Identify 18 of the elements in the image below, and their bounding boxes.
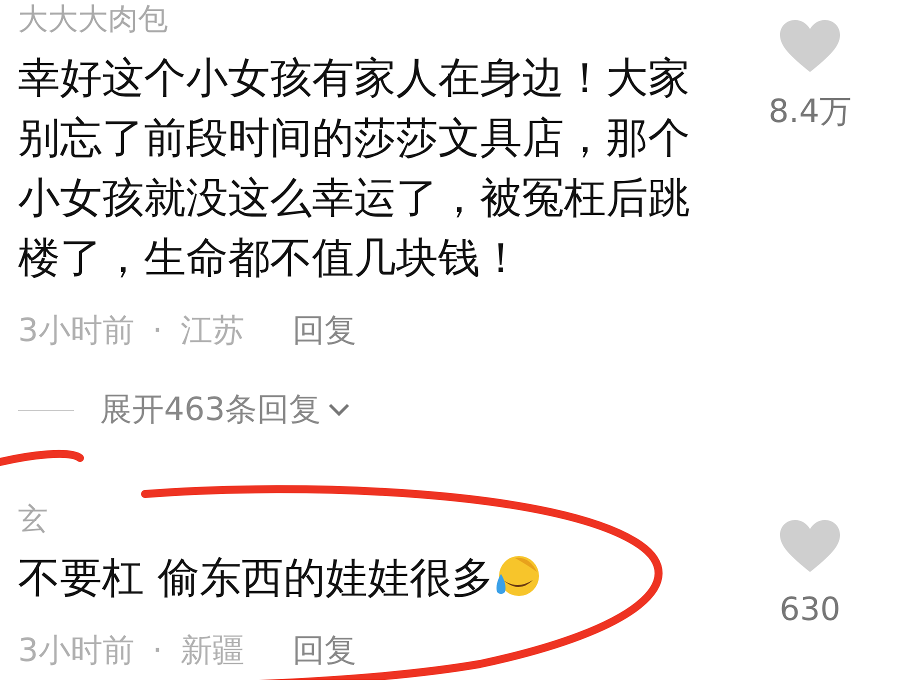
location: 新疆 <box>180 630 245 671</box>
heart-icon[interactable] <box>780 520 840 574</box>
username[interactable]: 玄 <box>18 500 48 540</box>
comment-text: 幸好这个小女孩有家人在身边！大家别忘了前段时间的莎莎文具店，那个小女孩就没这么幸运了，被冤枉后跳楼了，生命都不值几块钱！ <box>18 52 691 284</box>
reply-button[interactable]: 回复 <box>292 628 357 672</box>
like-count: 630 <box>779 590 841 628</box>
reply-button[interactable]: 回复 <box>292 308 357 352</box>
username[interactable]: 大大大肉包 <box>18 0 168 40</box>
expand-replies-button[interactable]: 展开463条回复 <box>100 388 352 432</box>
like-count: 8.4万 <box>768 91 852 132</box>
timestamp: 3小时前 <box>18 630 134 671</box>
heart-icon[interactable] <box>780 20 840 74</box>
timestamp: 3小时前 <box>18 310 134 351</box>
location: 江苏 <box>180 310 245 351</box>
dot-separator: · <box>152 630 163 671</box>
dot-separator: · <box>152 310 163 351</box>
chevron-down-icon <box>327 402 352 418</box>
comment-text: 不要杠 偷东西的娃娃很多 <box>18 548 728 608</box>
